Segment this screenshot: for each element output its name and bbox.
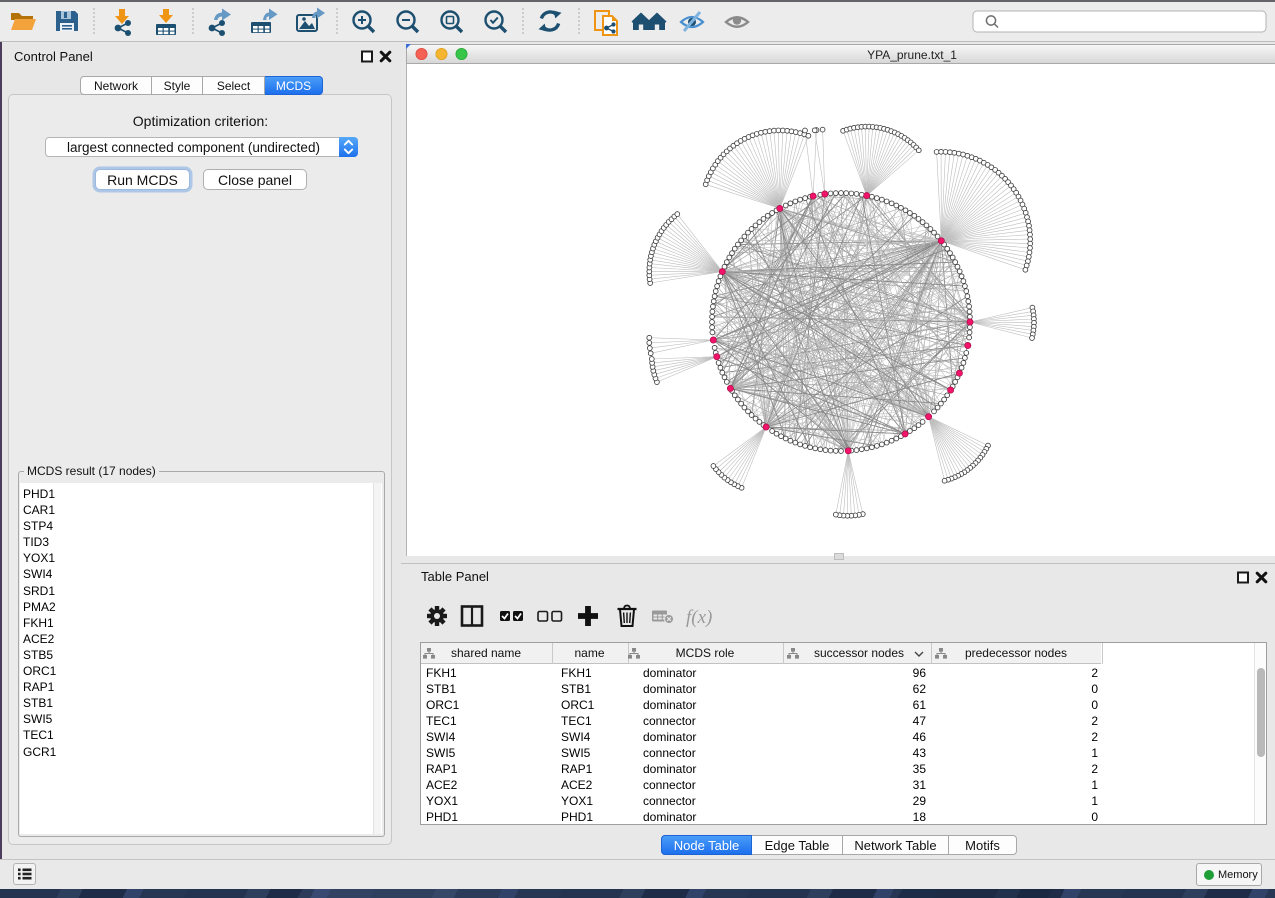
svg-text:f(x): f(x) bbox=[686, 607, 712, 628]
